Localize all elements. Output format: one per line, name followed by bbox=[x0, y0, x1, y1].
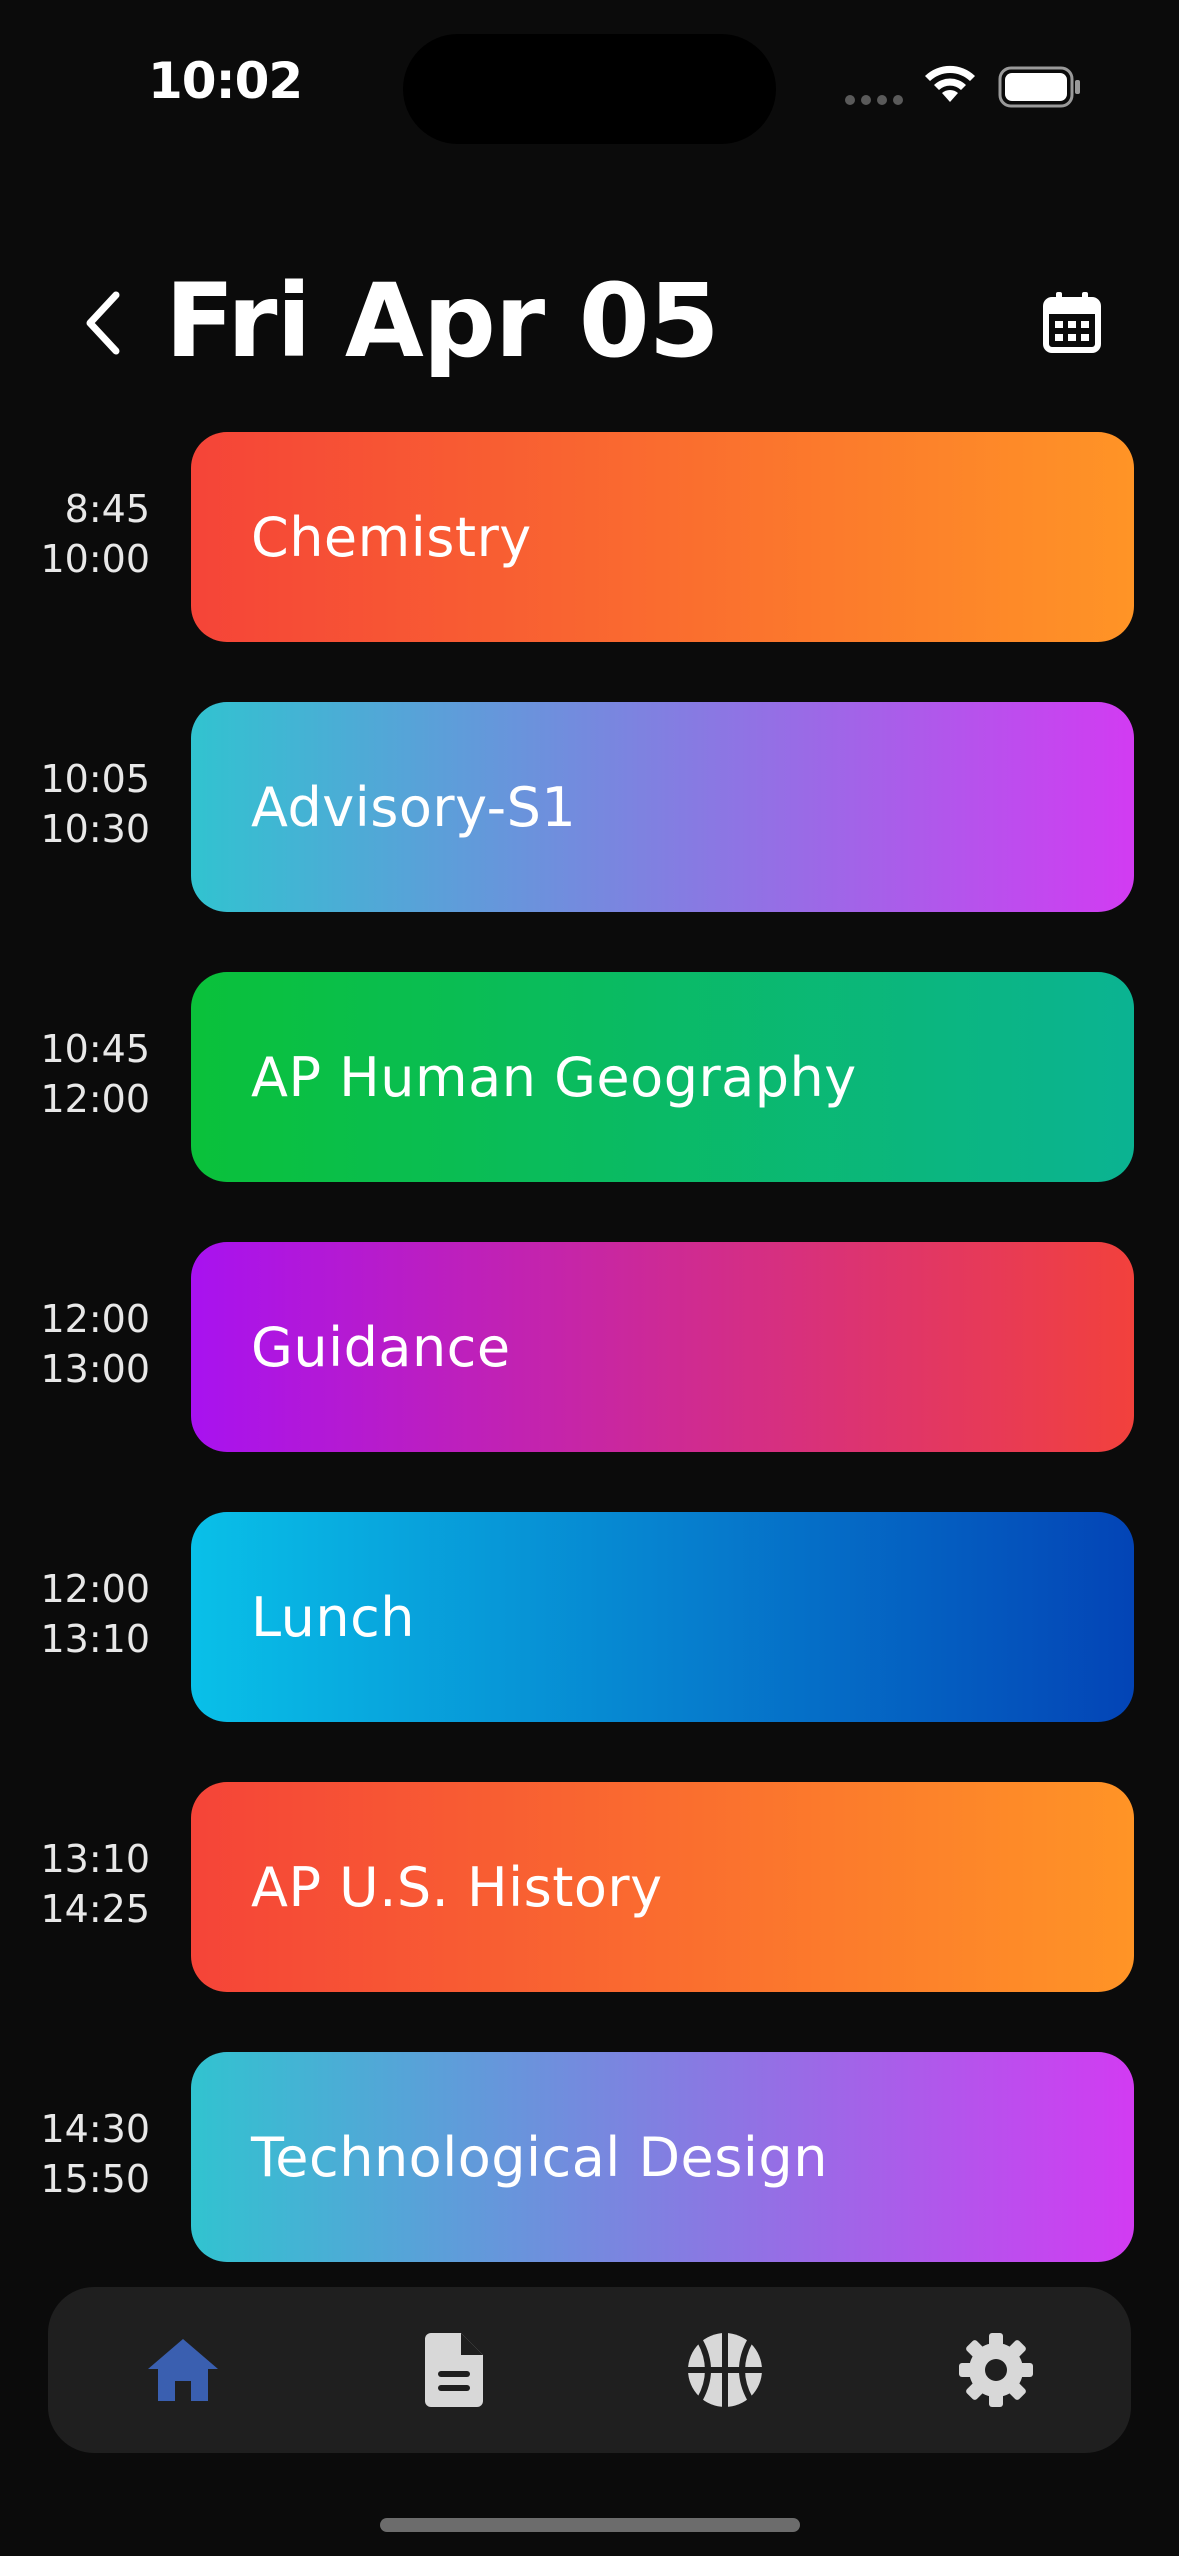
start-time: 12:00 bbox=[40, 1567, 150, 1611]
calendar-button[interactable] bbox=[1042, 290, 1102, 354]
end-time: 13:00 bbox=[40, 1347, 150, 1391]
schedule-row: 10:05 10:30 Advisory-S1 bbox=[0, 702, 1179, 912]
schedule-row: 8:45 10:00 Chemistry bbox=[0, 432, 1179, 642]
class-name: Advisory-S1 bbox=[251, 775, 577, 839]
tab-documents[interactable] bbox=[394, 2310, 514, 2430]
wifi-icon bbox=[925, 65, 975, 102]
end-time: 15:50 bbox=[40, 2157, 150, 2201]
start-time: 12:00 bbox=[40, 1297, 150, 1341]
tab-bar bbox=[48, 2287, 1131, 2453]
period-times: 8:45 10:00 bbox=[0, 484, 150, 584]
tab-sports[interactable] bbox=[665, 2310, 785, 2430]
schedule-row: 12:00 13:10 Lunch bbox=[0, 1512, 1179, 1722]
tab-settings[interactable] bbox=[936, 2310, 1056, 2430]
class-card[interactable]: Guidance bbox=[191, 1242, 1134, 1452]
period-times: 13:10 14:25 bbox=[0, 1834, 150, 1934]
class-card[interactable]: AP Human Geography bbox=[191, 972, 1134, 1182]
class-name: AP Human Geography bbox=[251, 1045, 857, 1109]
battery-icon bbox=[998, 66, 1080, 108]
end-time: 14:25 bbox=[40, 1887, 150, 1931]
class-card[interactable]: Lunch bbox=[191, 1512, 1134, 1722]
calendar-icon bbox=[1043, 292, 1101, 353]
period-times: 14:30 15:50 bbox=[0, 2104, 150, 2204]
end-time: 13:10 bbox=[40, 1617, 150, 1661]
class-card[interactable]: Technological Design bbox=[191, 2052, 1134, 2262]
end-time: 12:00 bbox=[40, 1077, 150, 1121]
class-card[interactable]: AP U.S. History bbox=[191, 1782, 1134, 1992]
period-times: 12:00 13:10 bbox=[0, 1564, 150, 1664]
class-name: Guidance bbox=[251, 1315, 511, 1379]
start-time: 10:05 bbox=[40, 757, 150, 801]
gear-icon bbox=[958, 2333, 1033, 2407]
class-card[interactable]: Advisory-S1 bbox=[191, 702, 1134, 912]
start-time: 13:10 bbox=[40, 1837, 150, 1881]
class-name: Chemistry bbox=[251, 505, 532, 569]
document-icon bbox=[425, 2333, 484, 2407]
class-name: Lunch bbox=[251, 1585, 415, 1649]
class-card[interactable]: Chemistry bbox=[191, 432, 1134, 642]
chevron-left-icon bbox=[86, 291, 120, 355]
schedule-row: 14:30 15:50 Technological Design bbox=[0, 2052, 1179, 2262]
status-time: 10:02 bbox=[148, 52, 303, 110]
dynamic-island bbox=[403, 34, 776, 144]
tab-home[interactable] bbox=[123, 2310, 243, 2430]
basketball-icon bbox=[687, 2333, 762, 2407]
start-time: 10:45 bbox=[40, 1027, 150, 1071]
class-name: AP U.S. History bbox=[251, 1855, 663, 1919]
period-times: 10:05 10:30 bbox=[0, 754, 150, 854]
schedule-row: 10:45 12:00 AP Human Geography bbox=[0, 972, 1179, 1182]
period-times: 10:45 12:00 bbox=[0, 1024, 150, 1124]
home-indicator bbox=[380, 2518, 800, 2532]
start-time: 8:45 bbox=[64, 487, 150, 531]
end-time: 10:30 bbox=[40, 807, 150, 851]
cellular-signal-icon bbox=[845, 95, 903, 105]
period-times: 12:00 13:00 bbox=[0, 1294, 150, 1394]
schedule-row: 12:00 13:00 Guidance bbox=[0, 1242, 1179, 1452]
schedule-row: 13:10 14:25 AP U.S. History bbox=[0, 1782, 1179, 1992]
back-button[interactable] bbox=[82, 288, 132, 358]
class-name: Technological Design bbox=[251, 2125, 828, 2189]
page-title: Fri Apr 05 bbox=[165, 262, 720, 381]
home-icon bbox=[148, 2339, 219, 2401]
end-time: 10:00 bbox=[40, 537, 150, 581]
start-time: 14:30 bbox=[40, 2107, 150, 2151]
